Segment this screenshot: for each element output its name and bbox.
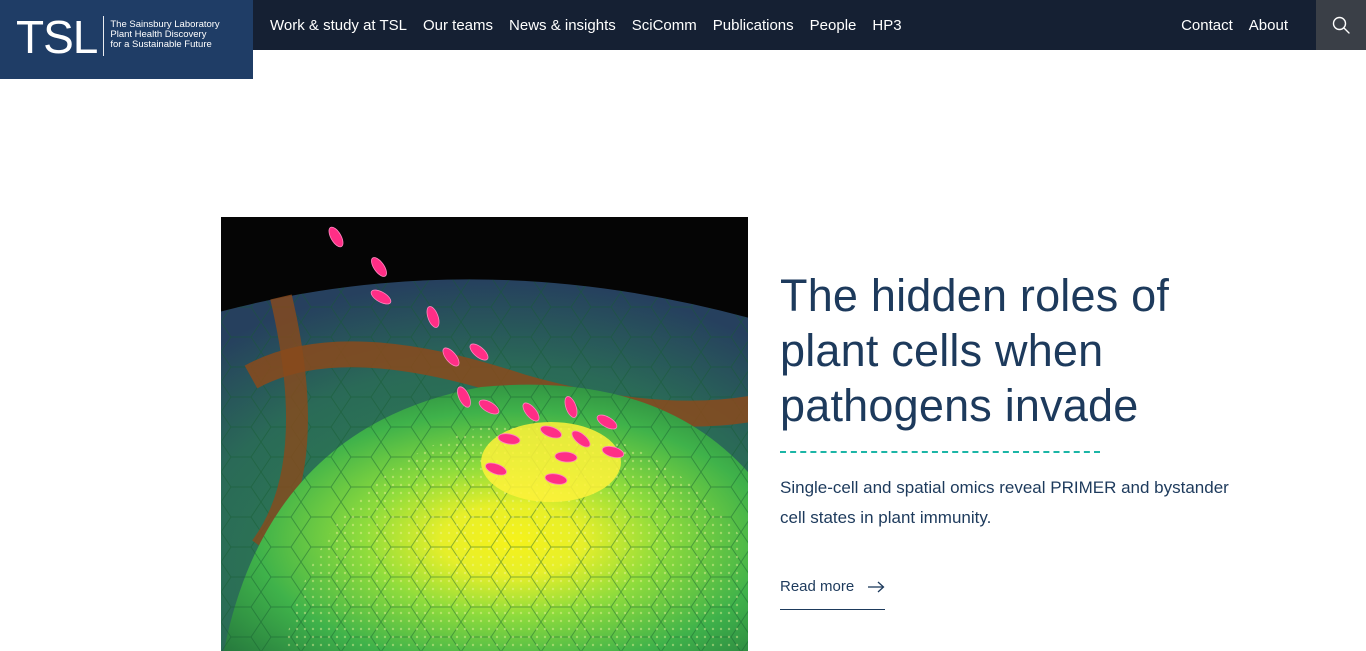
nav-item-about[interactable]: About — [1241, 17, 1296, 34]
search-button[interactable] — [1316, 0, 1366, 50]
top-navigation-bar: TSL The Sainsbury Laboratory Plant Healt… — [0, 0, 1366, 79]
logo-line-3: for a Sustainable Future — [110, 39, 212, 50]
nav-item-news-insights[interactable]: News & insights — [501, 17, 624, 34]
nav-item-hp3[interactable]: HP3 — [864, 17, 909, 34]
plant-cells-illustration — [221, 217, 748, 651]
featured-article: The hidden roles of plant cells when pat… — [780, 268, 1250, 610]
logo-mark: TSL — [16, 11, 98, 63]
article-headline[interactable]: The hidden roles of plant cells when pat… — [780, 268, 1250, 433]
article-summary: Single-cell and spatial omics reveal PRI… — [780, 478, 1229, 527]
arrow-right-icon — [868, 581, 885, 593]
read-more-link[interactable]: Read more — [780, 578, 886, 610]
main-nav: Work & study at TSL Our teams News & ins… — [262, 0, 910, 50]
nav-item-scicomm[interactable]: SciComm — [624, 17, 705, 34]
logo-divider — [103, 16, 105, 56]
utility-nav: Contact About — [1173, 0, 1296, 50]
logo-tagline: The Sainsbury Laboratory Plant Health Di… — [110, 15, 219, 50]
nav-item-people[interactable]: People — [802, 17, 865, 34]
feature-image[interactable] — [221, 217, 748, 651]
site-logo[interactable]: TSL The Sainsbury Laboratory Plant Healt… — [0, 0, 253, 79]
nav-item-publications[interactable]: Publications — [705, 17, 802, 34]
nav-item-work-study[interactable]: Work & study at TSL — [262, 17, 415, 34]
nav-item-our-teams[interactable]: Our teams — [415, 17, 501, 34]
read-more-label: Read more — [780, 578, 855, 595]
search-icon — [1332, 16, 1350, 34]
nav-item-contact[interactable]: Contact — [1173, 17, 1241, 34]
headline-divider — [780, 451, 1100, 453]
